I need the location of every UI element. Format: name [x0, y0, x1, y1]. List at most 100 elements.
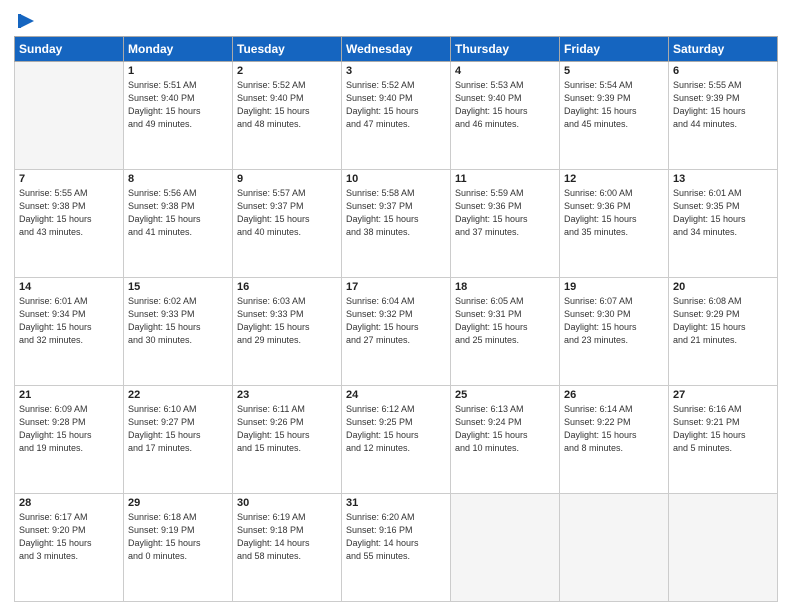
day-number: 2 — [237, 65, 337, 77]
day-number: 25 — [455, 389, 555, 401]
day-number: 24 — [346, 389, 446, 401]
calendar-day-cell: 27 Sunrise: 6:16 AMSunset: 9:21 PMDaylig… — [669, 386, 778, 494]
day-number: 7 — [19, 173, 119, 185]
calendar-day-cell: 21 Sunrise: 6:09 AMSunset: 9:28 PMDaylig… — [15, 386, 124, 494]
page: Sunday Monday Tuesday Wednesday Thursday… — [0, 0, 792, 612]
day-detail: Sunrise: 5:52 AMSunset: 9:40 PMDaylight:… — [346, 80, 419, 129]
day-detail: Sunrise: 6:00 AMSunset: 9:36 PMDaylight:… — [564, 188, 637, 237]
day-detail: Sunrise: 5:55 AMSunset: 9:38 PMDaylight:… — [19, 188, 92, 237]
calendar-table: Sunday Monday Tuesday Wednesday Thursday… — [14, 36, 778, 602]
day-number: 28 — [19, 497, 119, 509]
header-sunday: Sunday — [15, 37, 124, 62]
header-tuesday: Tuesday — [233, 37, 342, 62]
day-number: 20 — [673, 281, 773, 293]
calendar-day-cell: 6 Sunrise: 5:55 AMSunset: 9:39 PMDayligh… — [669, 62, 778, 170]
calendar-day-cell: 9 Sunrise: 5:57 AMSunset: 9:37 PMDayligh… — [233, 170, 342, 278]
calendar-day-cell — [560, 494, 669, 602]
calendar-day-cell: 29 Sunrise: 6:18 AMSunset: 9:19 PMDaylig… — [124, 494, 233, 602]
day-number: 14 — [19, 281, 119, 293]
day-number: 16 — [237, 281, 337, 293]
day-number: 10 — [346, 173, 446, 185]
day-number: 30 — [237, 497, 337, 509]
day-number: 11 — [455, 173, 555, 185]
day-detail: Sunrise: 5:55 AMSunset: 9:39 PMDaylight:… — [673, 80, 746, 129]
day-detail: Sunrise: 6:20 AMSunset: 9:16 PMDaylight:… — [346, 512, 419, 561]
calendar-week-row: 1 Sunrise: 5:51 AMSunset: 9:40 PMDayligh… — [15, 62, 778, 170]
calendar-day-cell: 15 Sunrise: 6:02 AMSunset: 9:33 PMDaylig… — [124, 278, 233, 386]
day-detail: Sunrise: 5:53 AMSunset: 9:40 PMDaylight:… — [455, 80, 528, 129]
header-wednesday: Wednesday — [342, 37, 451, 62]
day-detail: Sunrise: 6:16 AMSunset: 9:21 PMDaylight:… — [673, 404, 746, 453]
day-number: 21 — [19, 389, 119, 401]
calendar-week-row: 28 Sunrise: 6:17 AMSunset: 9:20 PMDaylig… — [15, 494, 778, 602]
calendar-day-cell — [669, 494, 778, 602]
day-detail: Sunrise: 6:05 AMSunset: 9:31 PMDaylight:… — [455, 296, 528, 345]
day-detail: Sunrise: 6:18 AMSunset: 9:19 PMDaylight:… — [128, 512, 201, 561]
calendar-day-cell: 7 Sunrise: 5:55 AMSunset: 9:38 PMDayligh… — [15, 170, 124, 278]
day-detail: Sunrise: 5:54 AMSunset: 9:39 PMDaylight:… — [564, 80, 637, 129]
day-number: 3 — [346, 65, 446, 77]
calendar-header-row: Sunday Monday Tuesday Wednesday Thursday… — [15, 37, 778, 62]
day-number: 17 — [346, 281, 446, 293]
logo-icon — [16, 10, 38, 32]
calendar-day-cell — [15, 62, 124, 170]
day-number: 13 — [673, 173, 773, 185]
calendar-day-cell: 3 Sunrise: 5:52 AMSunset: 9:40 PMDayligh… — [342, 62, 451, 170]
day-detail: Sunrise: 6:19 AMSunset: 9:18 PMDaylight:… — [237, 512, 310, 561]
day-detail: Sunrise: 5:52 AMSunset: 9:40 PMDaylight:… — [237, 80, 310, 129]
calendar-week-row: 21 Sunrise: 6:09 AMSunset: 9:28 PMDaylig… — [15, 386, 778, 494]
header-friday: Friday — [560, 37, 669, 62]
day-number: 9 — [237, 173, 337, 185]
calendar-day-cell: 1 Sunrise: 5:51 AMSunset: 9:40 PMDayligh… — [124, 62, 233, 170]
day-detail: Sunrise: 6:17 AMSunset: 9:20 PMDaylight:… — [19, 512, 92, 561]
day-detail: Sunrise: 5:51 AMSunset: 9:40 PMDaylight:… — [128, 80, 201, 129]
calendar-day-cell: 11 Sunrise: 5:59 AMSunset: 9:36 PMDaylig… — [451, 170, 560, 278]
day-detail: Sunrise: 6:12 AMSunset: 9:25 PMDaylight:… — [346, 404, 419, 453]
day-detail: Sunrise: 6:03 AMSunset: 9:33 PMDaylight:… — [237, 296, 310, 345]
day-detail: Sunrise: 5:56 AMSunset: 9:38 PMDaylight:… — [128, 188, 201, 237]
day-number: 12 — [564, 173, 664, 185]
calendar-day-cell: 19 Sunrise: 6:07 AMSunset: 9:30 PMDaylig… — [560, 278, 669, 386]
calendar-day-cell: 4 Sunrise: 5:53 AMSunset: 9:40 PMDayligh… — [451, 62, 560, 170]
header-monday: Monday — [124, 37, 233, 62]
calendar-day-cell: 22 Sunrise: 6:10 AMSunset: 9:27 PMDaylig… — [124, 386, 233, 494]
day-detail: Sunrise: 5:58 AMSunset: 9:37 PMDaylight:… — [346, 188, 419, 237]
day-number: 19 — [564, 281, 664, 293]
day-number: 31 — [346, 497, 446, 509]
day-detail: Sunrise: 6:04 AMSunset: 9:32 PMDaylight:… — [346, 296, 419, 345]
day-number: 4 — [455, 65, 555, 77]
day-detail: Sunrise: 5:57 AMSunset: 9:37 PMDaylight:… — [237, 188, 310, 237]
day-number: 18 — [455, 281, 555, 293]
calendar-day-cell: 5 Sunrise: 5:54 AMSunset: 9:39 PMDayligh… — [560, 62, 669, 170]
day-detail: Sunrise: 6:01 AMSunset: 9:34 PMDaylight:… — [19, 296, 92, 345]
day-number: 5 — [564, 65, 664, 77]
day-number: 29 — [128, 497, 228, 509]
day-number: 6 — [673, 65, 773, 77]
calendar-day-cell: 8 Sunrise: 5:56 AMSunset: 9:38 PMDayligh… — [124, 170, 233, 278]
calendar-day-cell: 30 Sunrise: 6:19 AMSunset: 9:18 PMDaylig… — [233, 494, 342, 602]
day-detail: Sunrise: 6:14 AMSunset: 9:22 PMDaylight:… — [564, 404, 637, 453]
logo — [14, 10, 38, 30]
day-detail: Sunrise: 6:10 AMSunset: 9:27 PMDaylight:… — [128, 404, 201, 453]
day-number: 22 — [128, 389, 228, 401]
calendar-day-cell: 31 Sunrise: 6:20 AMSunset: 9:16 PMDaylig… — [342, 494, 451, 602]
day-number: 27 — [673, 389, 773, 401]
day-number: 26 — [564, 389, 664, 401]
calendar-day-cell — [451, 494, 560, 602]
calendar-day-cell: 16 Sunrise: 6:03 AMSunset: 9:33 PMDaylig… — [233, 278, 342, 386]
calendar-day-cell: 24 Sunrise: 6:12 AMSunset: 9:25 PMDaylig… — [342, 386, 451, 494]
calendar-day-cell: 13 Sunrise: 6:01 AMSunset: 9:35 PMDaylig… — [669, 170, 778, 278]
header-saturday: Saturday — [669, 37, 778, 62]
day-detail: Sunrise: 6:08 AMSunset: 9:29 PMDaylight:… — [673, 296, 746, 345]
calendar-day-cell: 17 Sunrise: 6:04 AMSunset: 9:32 PMDaylig… — [342, 278, 451, 386]
day-detail: Sunrise: 6:09 AMSunset: 9:28 PMDaylight:… — [19, 404, 92, 453]
calendar-week-row: 14 Sunrise: 6:01 AMSunset: 9:34 PMDaylig… — [15, 278, 778, 386]
calendar-day-cell: 10 Sunrise: 5:58 AMSunset: 9:37 PMDaylig… — [342, 170, 451, 278]
day-detail: Sunrise: 6:13 AMSunset: 9:24 PMDaylight:… — [455, 404, 528, 453]
header-thursday: Thursday — [451, 37, 560, 62]
calendar-day-cell: 20 Sunrise: 6:08 AMSunset: 9:29 PMDaylig… — [669, 278, 778, 386]
calendar-day-cell: 25 Sunrise: 6:13 AMSunset: 9:24 PMDaylig… — [451, 386, 560, 494]
day-number: 23 — [237, 389, 337, 401]
day-detail: Sunrise: 6:01 AMSunset: 9:35 PMDaylight:… — [673, 188, 746, 237]
calendar-week-row: 7 Sunrise: 5:55 AMSunset: 9:38 PMDayligh… — [15, 170, 778, 278]
